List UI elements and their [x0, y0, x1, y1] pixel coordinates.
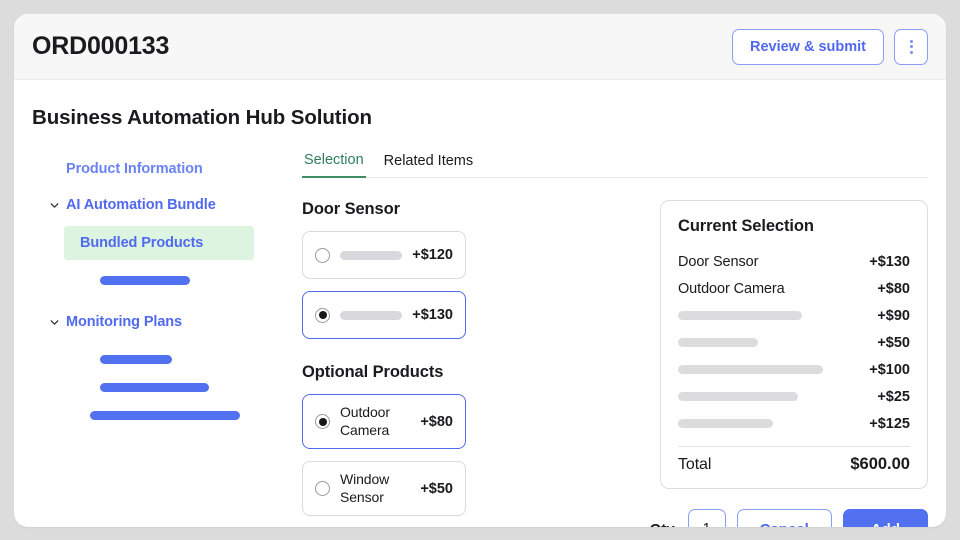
summary-item-price: +$80 [877, 280, 910, 297]
sidebar-placeholder-bar [32, 411, 294, 420]
placeholder-bar [100, 276, 190, 285]
sidebar-group-ai-automation-bundle[interactable]: AI Automation Bundle [32, 190, 294, 220]
summary-row: Door Sensor +$130 [678, 248, 910, 275]
summary-item-price: +$90 [877, 307, 910, 324]
chevron-down-icon[interactable] [48, 316, 66, 329]
order-window: ORD000133 Review & submit Business Autom… [14, 14, 946, 527]
options-column: Door Sensor +$120 +$130 Optional Product… [302, 200, 638, 527]
sidebar-group-label: Monitoring Plans [66, 314, 183, 330]
summary-item-price: +$50 [877, 334, 910, 351]
summary-item-placeholder [678, 365, 823, 374]
placeholder-bar [90, 411, 240, 420]
radio-icon-checked[interactable] [315, 307, 330, 323]
summary-item-price: +$130 [869, 253, 910, 270]
add-button[interactable]: Add [842, 509, 928, 527]
summary-item-placeholder [678, 338, 758, 347]
summary-item-placeholder [678, 419, 773, 428]
review-and-submit-button[interactable]: Review & submit [731, 28, 884, 65]
sidebar-item-product-information[interactable]: Product Information [32, 154, 294, 184]
summary-item-placeholder [678, 311, 802, 320]
option-price: +$120 [412, 247, 453, 263]
radio-icon-checked[interactable] [315, 414, 330, 429]
option-price: +$80 [420, 413, 453, 430]
page-title: Business Automation Hub Solution [32, 106, 372, 129]
option-label-placeholder [340, 310, 402, 320]
current-selection-card: Current Selection Door Sensor +$130 Outd… [660, 200, 928, 489]
total-value: $600.00 [850, 455, 910, 473]
option-card-door-sensor-120[interactable]: +$120 [302, 231, 466, 279]
sidebar-placeholder-bar [32, 276, 294, 285]
tab-related-items[interactable]: Related Items [382, 153, 475, 177]
sidebar-group-label: AI Automation Bundle [66, 197, 216, 213]
option-card-outdoor-camera[interactable]: Outdoor Camera +$80 [302, 394, 466, 449]
summary-item-price: +$125 [869, 415, 910, 432]
summary-row: +$100 [678, 356, 910, 383]
section-title-optional-products: Optional Products [302, 363, 444, 381]
tab-bar: Selection Related Items [302, 152, 928, 178]
option-label: Window Sensor [340, 471, 390, 505]
tab-selection[interactable]: Selection [302, 152, 366, 178]
sidebar-placeholder-bar [32, 383, 294, 392]
content-columns: Product Information AI Automation Bundle… [32, 152, 928, 527]
window-content: Business Automation Hub Solution Product… [14, 80, 946, 527]
summary-divider [678, 446, 910, 447]
summary-row: +$50 [678, 329, 910, 356]
option-price: +$50 [420, 480, 453, 497]
summary-column: Current Selection Door Sensor +$130 Outd… [650, 200, 928, 527]
chevron-down-icon[interactable] [48, 199, 66, 212]
summary-item-placeholder [678, 392, 798, 401]
section-title-door-sensor: Door Sensor [302, 200, 400, 218]
summary-title: Current Selection [678, 217, 814, 235]
cancel-button[interactable]: Cancel [736, 509, 832, 527]
more-vertical-icon[interactable] [894, 28, 928, 65]
placeholder-bar [100, 383, 209, 392]
option-price: +$130 [412, 307, 453, 323]
summary-row: +$90 [678, 302, 910, 329]
panel-row: Door Sensor +$120 +$130 Optional Product… [302, 200, 928, 527]
sidebar-item-bundled-products[interactable]: Bundled Products [64, 226, 254, 260]
optional-products-options: Outdoor Camera +$80 Window Sensor +$50 I [302, 394, 638, 527]
qty-input[interactable] [687, 509, 726, 527]
window-titlebar: ORD000133 Review & submit [14, 14, 946, 80]
sidebar-placeholder-bar [32, 355, 294, 364]
main-panel: Selection Related Items Door Sensor +$12… [294, 152, 928, 527]
summary-item-price: +$25 [877, 388, 910, 405]
summary-total-row: Total $600.00 [678, 453, 910, 474]
option-card-door-sensor-130[interactable]: +$130 [302, 291, 466, 339]
summary-item-price: +$100 [869, 361, 910, 378]
total-label: Total [678, 455, 712, 473]
sidebar-item-label: Bundled Products [80, 235, 204, 251]
option-card-window-sensor[interactable]: Window Sensor +$50 [302, 461, 466, 516]
sidebar-item-label: Product Information [66, 161, 203, 177]
summary-item-label: Door Sensor [678, 253, 759, 270]
qty-label: Qty [650, 521, 675, 528]
door-sensor-options: +$120 +$130 [302, 231, 638, 339]
option-label-placeholder [340, 250, 402, 260]
sidebar: Product Information AI Automation Bundle… [32, 152, 294, 527]
summary-row: +$25 [678, 383, 910, 410]
option-label: Outdoor Camera [340, 404, 390, 438]
sidebar-group-monitoring-plans[interactable]: Monitoring Plans [32, 307, 294, 337]
summary-item-label: Outdoor Camera [678, 280, 785, 297]
order-id-title: ORD000133 [32, 32, 170, 60]
placeholder-bar [100, 355, 172, 364]
radio-icon[interactable] [315, 481, 330, 496]
summary-row: +$125 [678, 410, 910, 437]
summary-row: Outdoor Camera +$80 [678, 275, 910, 302]
action-bar: Qty Cancel Add [650, 509, 928, 527]
titlebar-actions: Review & submit [731, 28, 928, 65]
radio-icon[interactable] [315, 247, 330, 263]
